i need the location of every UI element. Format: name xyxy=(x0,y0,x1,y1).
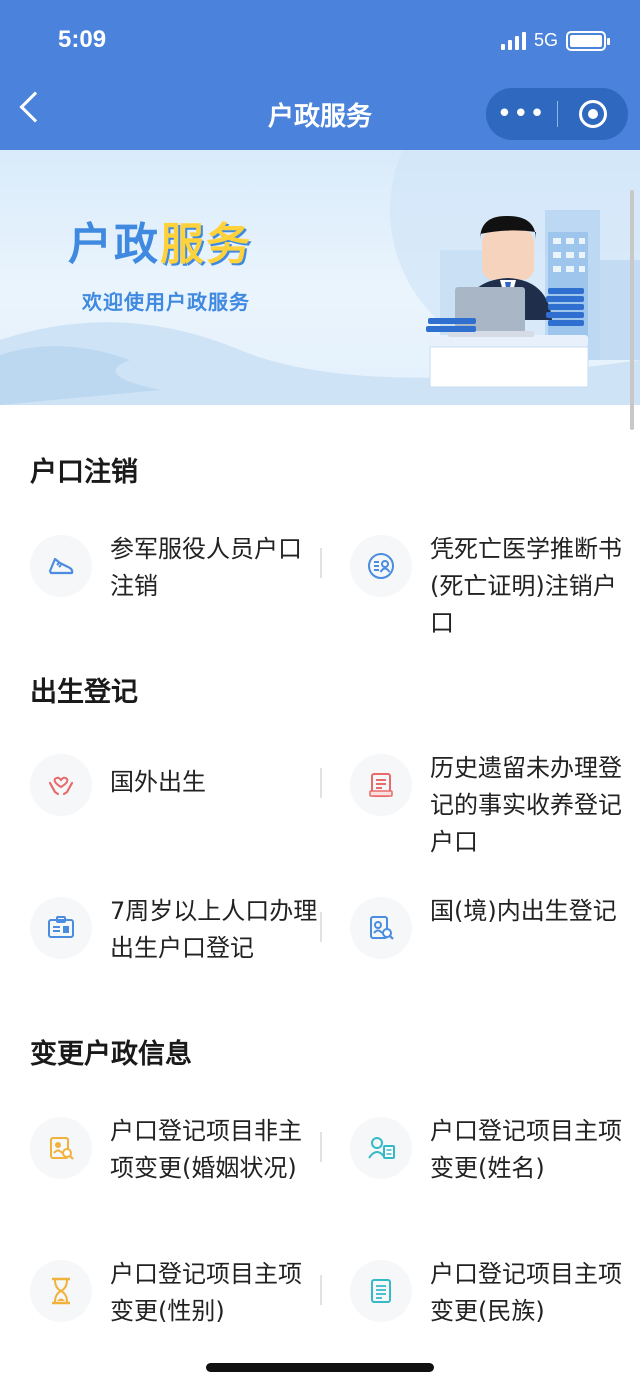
document-icon xyxy=(350,754,412,816)
section-title-birth-registration: 出生登记 xyxy=(30,677,138,708)
section-title-change-info: 变更户政信息 xyxy=(30,1039,192,1070)
service-item-gender-change[interactable]: 户口登记项目主项变更(性别) xyxy=(30,1256,330,1330)
service-item-label: 参军服役人员户口注销 xyxy=(110,535,302,600)
service-item-label: 户口登记项目主项变更(性别) xyxy=(110,1260,302,1325)
section-title-cancellation: 户口注销 xyxy=(30,457,138,488)
hourglass-icon xyxy=(30,1260,92,1322)
person-list-icon xyxy=(350,535,412,597)
item-divider xyxy=(320,1132,322,1162)
service-item-label: 7周岁以上人口办理出生户口登记 xyxy=(110,897,318,962)
banner-title: 户政服务 xyxy=(68,208,252,272)
service-item-name-change[interactable]: 户口登记项目主项变更(姓名) xyxy=(350,1113,630,1187)
caring-hands-icon xyxy=(30,754,92,816)
top-bar: 5:09 5G 户政服务 ••• xyxy=(0,0,640,150)
service-item-label: 户口登记项目非主项变更(婚姻状况) xyxy=(110,1117,302,1182)
service-item-label: 凭死亡医学推断书(死亡证明)注销户口 xyxy=(430,535,622,637)
network-type: 5G xyxy=(533,30,558,50)
battery-icon xyxy=(566,30,610,51)
service-item-label: 国(境)内出生登记 xyxy=(430,897,617,925)
more-menu-button[interactable]: ••• xyxy=(486,88,557,140)
banner-illustration xyxy=(0,150,640,405)
banner-title-part1: 户政 xyxy=(68,219,160,270)
service-item-label: 户口登记项目主项变更(姓名) xyxy=(430,1117,622,1182)
service-item-label: 国外出生 xyxy=(110,768,206,796)
service-item-domestic-birth[interactable]: 国(境)内出生登记 xyxy=(350,893,630,959)
status-indicators: 5G xyxy=(500,30,610,51)
scrollbar[interactable] xyxy=(630,190,634,430)
running-shoe-icon xyxy=(30,535,92,597)
home-indicator[interactable] xyxy=(206,1363,434,1372)
user-card-icon xyxy=(350,1117,412,1179)
form-icon xyxy=(350,1260,412,1322)
service-item-ethnicity-change[interactable]: 户口登记项目主项变更(民族) xyxy=(350,1256,630,1330)
service-item-death-certificate-cancellation[interactable]: 凭死亡医学推断书(死亡证明)注销户口 xyxy=(350,531,630,642)
target-icon xyxy=(578,100,607,128)
service-item-military-cancellation[interactable]: 参军服役人员户口注销 xyxy=(30,531,330,605)
miniprogram-capsule: ••• xyxy=(486,88,628,140)
service-item-over-seven-registration[interactable]: 7周岁以上人口办理出生户口登记 xyxy=(30,893,330,967)
banner-title-part2: 服务 xyxy=(160,219,252,270)
banner: 户政服务 欢迎使用户政服务 xyxy=(0,150,640,405)
item-divider xyxy=(320,1275,322,1305)
item-divider xyxy=(320,548,322,578)
banner-subtitle: 欢迎使用户政服务 xyxy=(82,290,250,314)
service-item-label: 户口登记项目主项变更(民族) xyxy=(430,1260,622,1325)
service-item-label: 历史遗留未办理登记的事实收养登记户口 xyxy=(430,754,622,856)
status-time: 5:09 xyxy=(58,26,107,53)
service-item-historical-adoption[interactable]: 历史遗留未办理登记的事实收养登记户口 xyxy=(350,750,630,861)
document-search-icon xyxy=(350,897,412,959)
id-search-icon xyxy=(30,1117,92,1179)
service-item-marital-status-change[interactable]: 户口登记项目非主项变更(婚姻状况) xyxy=(30,1113,330,1187)
id-card-icon xyxy=(30,897,92,959)
close-miniprogram-button[interactable] xyxy=(558,100,629,128)
item-divider xyxy=(320,768,322,798)
item-divider xyxy=(320,912,322,942)
signal-icon xyxy=(500,31,526,50)
service-item-born-abroad[interactable]: 国外出生 xyxy=(30,750,330,816)
